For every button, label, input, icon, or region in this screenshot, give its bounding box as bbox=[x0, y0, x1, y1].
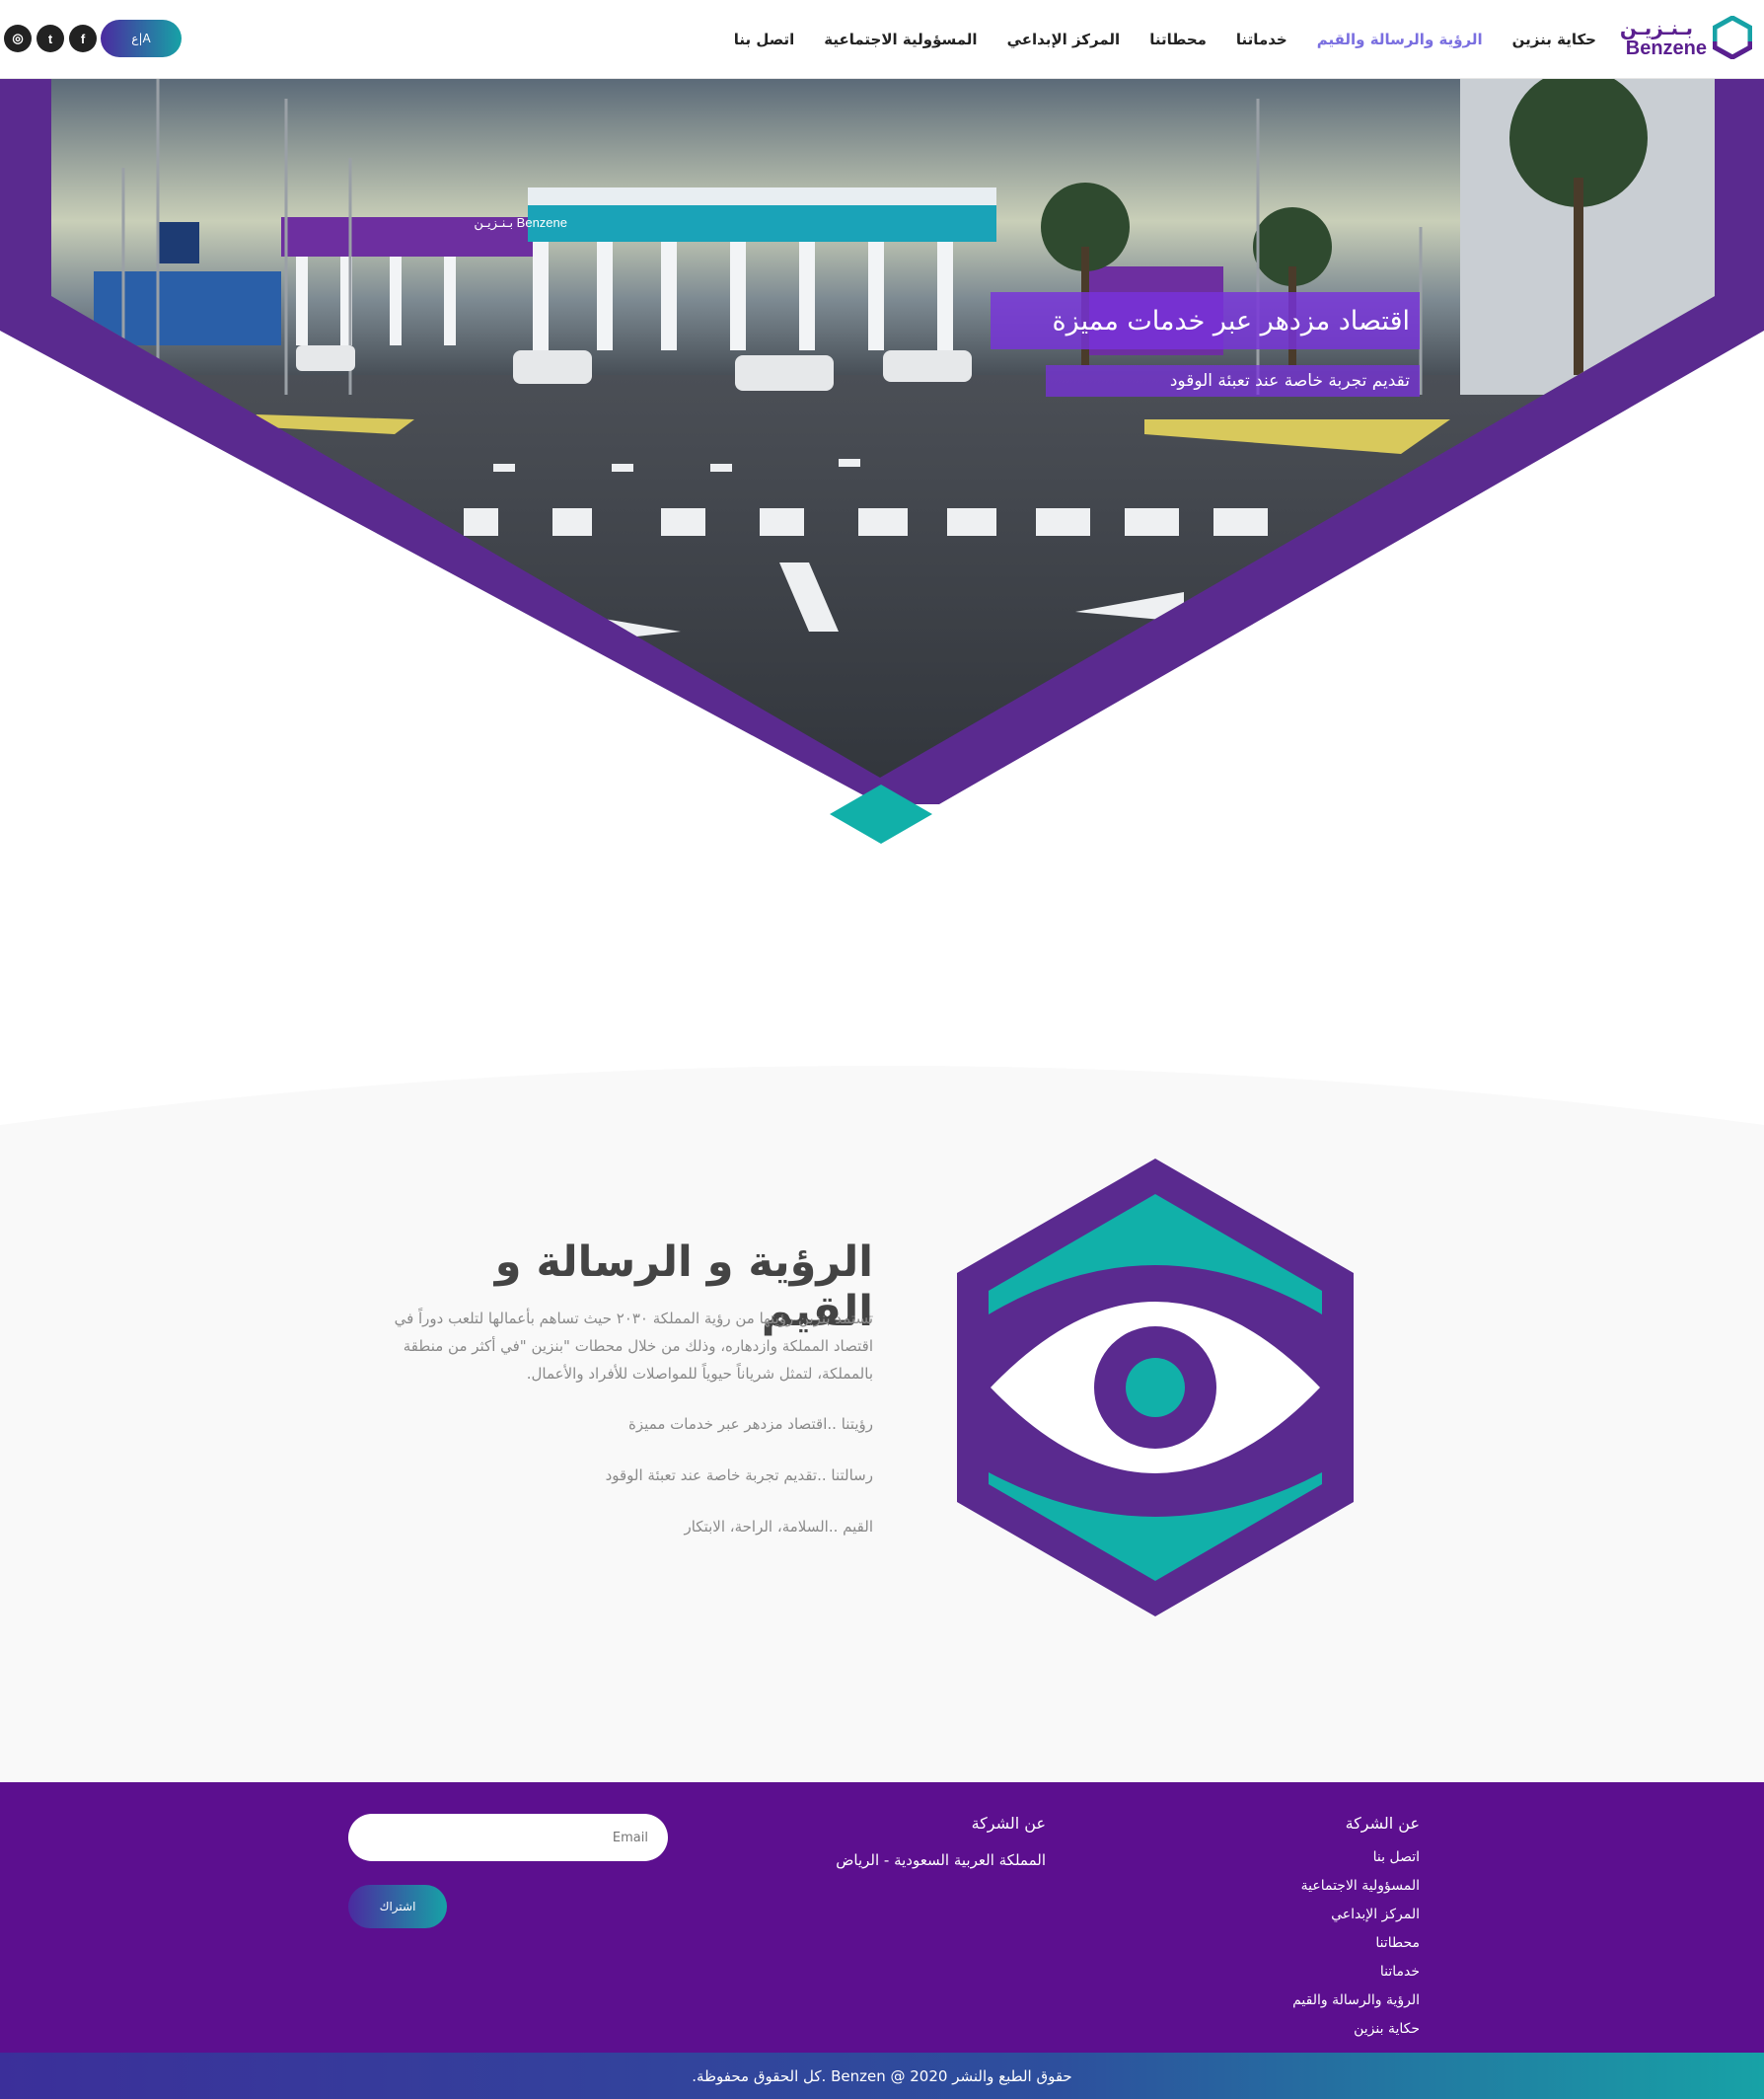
hero-banner: Benzene بـنـزيـن اقتصاد مزدهر عبر خدمات … bbox=[0, 79, 1764, 849]
values-statement: القيم ..السلامة، الراحة، الابتكار bbox=[684, 1518, 873, 1536]
hero-subtitle: تقديم تجربة خاصة عند تعبئة الوقود bbox=[1046, 365, 1420, 397]
hero-station-image: Benzene بـنـزيـن bbox=[0, 79, 1764, 844]
hexagon-logo-icon bbox=[1713, 16, 1752, 59]
hero-title: اقتصاد مزدهر عبر خدمات مميزة bbox=[991, 292, 1420, 349]
vision-section bbox=[0, 1046, 1764, 1782]
nav-item-vision[interactable]: الرؤية والرسالة والقيم bbox=[1317, 31, 1483, 48]
mission-statement: رسالتنا ..تقديم تجربة خاصة عند تعبئة الو… bbox=[605, 1466, 873, 1484]
footer-link-story[interactable]: حكاية بنزين bbox=[1354, 2021, 1420, 2037]
vision-paragraph: تستمد بنزين رؤيتها من رؤية المملكة ٢٠٣٠ … bbox=[394, 1310, 873, 1383]
footer-address: المملكة العربية السعودية - الرياض bbox=[836, 1851, 1046, 1869]
subscribe-button[interactable]: اشتراك bbox=[348, 1885, 447, 1928]
benzene-logo[interactable]: بـنـزيـن Benzene bbox=[1618, 14, 1752, 63]
vision-statement: رؤيتنا ..اقتصاد مزدهر عبر خدمات مميزة bbox=[628, 1415, 873, 1433]
footer-about-heading: عن الشركة bbox=[971, 1814, 1046, 1833]
footer-link-social-responsibility[interactable]: المسؤولية الاجتماعية bbox=[1301, 1878, 1420, 1894]
footer-company-heading: عن الشركة bbox=[1345, 1814, 1420, 1833]
nav-item-services[interactable]: خدماتنا bbox=[1236, 31, 1287, 48]
logo-arabic-text: بـنـزيـن bbox=[1619, 16, 1693, 39]
main-nav: حكاية بنزين الرؤية والرسالة والقيم خدمات… bbox=[734, 0, 1596, 79]
copyright-text: حقوق الطبع والنشر 2020 @ Benzen .كل الحق… bbox=[692, 2066, 1072, 2085]
nav-item-contact[interactable]: اتصل بنا bbox=[734, 31, 795, 48]
copyright-bar: حقوق الطبع والنشر 2020 @ Benzen .كل الحق… bbox=[0, 2053, 1764, 2099]
footer-link-stations[interactable]: محطاتنا bbox=[1375, 1935, 1420, 1951]
station-sign-text: Benzene بـنـزيـن bbox=[474, 215, 567, 231]
language-toggle-button[interactable]: ع|A bbox=[101, 20, 182, 57]
footer-link-services[interactable]: خدماتنا bbox=[1380, 1964, 1420, 1980]
nav-item-creative-center[interactable]: المركز الإبداعي bbox=[1007, 31, 1121, 48]
instagram-icon[interactable]: ◎ bbox=[4, 25, 32, 52]
eye-icon bbox=[957, 1159, 1354, 1616]
footer-link-contact[interactable]: اتصل بنا bbox=[1373, 1849, 1420, 1865]
site-footer bbox=[0, 1782, 1764, 2053]
logo-english-text: Benzene bbox=[1625, 37, 1707, 59]
nav-item-social-responsibility[interactable]: المسؤولية الاجتماعية bbox=[824, 31, 977, 48]
twitter-icon[interactable]: t bbox=[37, 25, 64, 52]
nav-item-stations[interactable]: محطاتنا bbox=[1149, 31, 1207, 48]
facebook-icon[interactable]: f bbox=[69, 25, 97, 52]
section-curve-divider bbox=[0, 1046, 1764, 1125]
footer-link-vision[interactable]: الرؤية والرسالة والقيم bbox=[1292, 1992, 1420, 2008]
footer-link-creative-center[interactable]: المركز الإبداعي bbox=[1331, 1907, 1420, 1922]
site-header: بـنـزيـن Benzene حكاية بنزين الرؤية والر… bbox=[0, 0, 1764, 79]
nav-item-story[interactable]: حكاية بنزين bbox=[1512, 31, 1596, 48]
newsletter-email-input[interactable] bbox=[348, 1814, 668, 1861]
